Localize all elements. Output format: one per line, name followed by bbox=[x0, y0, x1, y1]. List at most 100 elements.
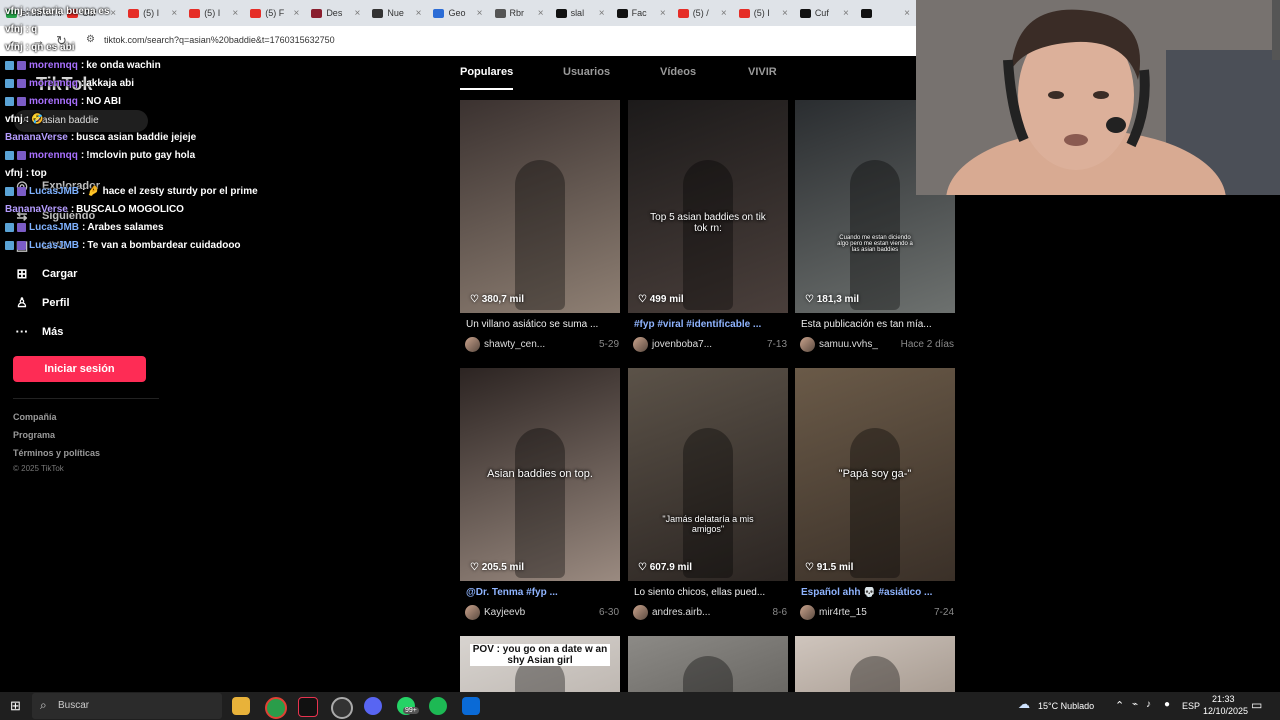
chat-username: BananaVerse bbox=[5, 203, 68, 215]
tiktok-icon[interactable] bbox=[298, 697, 318, 717]
video-author[interactable]: samuu.vvhs_ bbox=[819, 339, 878, 350]
avatar[interactable] bbox=[465, 336, 480, 352]
network-icon[interactable]: ⌁ bbox=[1132, 699, 1138, 710]
avatar[interactable] bbox=[633, 336, 648, 352]
file-explorer-icon[interactable] bbox=[232, 697, 250, 715]
browser-tab[interactable]: Cuf × bbox=[794, 0, 855, 26]
browser-tab[interactable]: (5) / × bbox=[672, 0, 733, 26]
app-icon[interactable] bbox=[462, 697, 480, 715]
chat-text: !mclovin puto gay hola bbox=[86, 149, 196, 161]
tiktok-icon bbox=[799, 8, 811, 18]
footer-link-terms[interactable]: Términos y políticas bbox=[13, 448, 100, 458]
chat-text: 🤣 bbox=[31, 113, 44, 125]
footer-link-company[interactable]: Compañía bbox=[13, 412, 57, 422]
tray-chevron-icon[interactable]: ⌃ bbox=[1115, 699, 1124, 712]
weather-text[interactable]: 15°C Nublado bbox=[1038, 701, 1094, 711]
scrollbar[interactable] bbox=[1272, 0, 1280, 60]
windows-start-icon[interactable]: ⊞ bbox=[10, 698, 21, 714]
avatar[interactable] bbox=[800, 336, 815, 352]
video-meta: jovenboba7... 7-13 bbox=[633, 336, 787, 352]
heart-icon: ♡ bbox=[805, 562, 817, 573]
close-tab-icon[interactable]: × bbox=[538, 8, 544, 19]
avatar[interactable] bbox=[633, 604, 648, 620]
upload-icon: ⊞ bbox=[16, 266, 28, 281]
close-tab-icon[interactable]: × bbox=[660, 8, 666, 19]
video-overlay-text: "Jamás delataría a mis amigos" bbox=[662, 514, 754, 534]
close-tab-icon[interactable]: × bbox=[843, 8, 849, 19]
video-caption[interactable]: Español ahh 💀 #asiático ... bbox=[801, 587, 957, 598]
chat-text: BUSCALO MOGOLICO bbox=[76, 203, 184, 215]
sidebar-item-4[interactable]: ♙ Perfil bbox=[14, 295, 69, 311]
tab-2[interactable]: Vídeos bbox=[660, 66, 696, 88]
sidebar-item-label: Cargar bbox=[42, 268, 78, 280]
video-caption[interactable]: Esta publicación es tan mía... bbox=[801, 319, 957, 330]
video-caption[interactable]: Lo siento chicos, ellas pued... bbox=[634, 587, 790, 598]
close-tab-icon[interactable]: × bbox=[599, 8, 605, 19]
video-caption[interactable]: #fyp #viral #identificable ... bbox=[634, 319, 790, 330]
browser-tab[interactable]: Rbr × bbox=[489, 0, 550, 26]
chat-message: LucasJMB : Te van a bombardear cuidadooo bbox=[5, 236, 365, 254]
clock-date[interactable]: 12/10/2025 bbox=[1203, 706, 1248, 716]
chat-message: vfnj : 🤣 bbox=[5, 110, 365, 128]
video-thumbnail[interactable]: "Papá soy ga-" bbox=[795, 368, 955, 581]
video-thumbnail[interactable]: Top 5 asian baddies on tik tok rn: bbox=[628, 100, 788, 313]
video-thumbnail[interactable]: POV : you go on a date w an shy Asian gi… bbox=[460, 636, 620, 692]
video-author[interactable]: andres.airb... bbox=[652, 607, 710, 618]
clock-time[interactable]: 21:33 bbox=[1212, 694, 1235, 704]
chrome-icon[interactable] bbox=[265, 697, 287, 719]
volume-icon[interactable]: ♪ bbox=[1146, 699, 1151, 710]
login-button[interactable]: Iniciar sesión bbox=[13, 356, 146, 382]
tab-1[interactable]: Usuarios bbox=[563, 66, 610, 88]
browser-tab-label: (5) / bbox=[692, 8, 709, 18]
chat-badge-icon bbox=[17, 78, 26, 88]
chat-separator: : bbox=[70, 203, 75, 215]
like-count: ♡ 205.5 mil bbox=[470, 562, 524, 573]
chat-badge-icon bbox=[5, 150, 14, 160]
avatar[interactable] bbox=[800, 604, 815, 620]
browser-tab[interactable]: Nue × bbox=[366, 0, 427, 26]
notifications-icon[interactable]: ▭ bbox=[1251, 698, 1262, 712]
obs-icon[interactable] bbox=[331, 697, 353, 719]
video-author[interactable]: mir4rte_15 bbox=[819, 607, 867, 618]
close-tab-icon[interactable]: × bbox=[782, 8, 788, 19]
browser-tab[interactable]: Fac × bbox=[611, 0, 672, 26]
video-thumbnail[interactable] bbox=[460, 100, 620, 313]
sidebar-divider bbox=[13, 398, 159, 399]
chat-username: LucasJMB bbox=[29, 239, 80, 251]
close-tab-icon[interactable]: × bbox=[721, 8, 727, 19]
video-thumbnail[interactable]: "Jamás delataría a mis amigos" bbox=[628, 368, 788, 581]
tab-0[interactable]: Populares bbox=[460, 66, 514, 90]
close-tab-icon[interactable]: × bbox=[416, 8, 422, 19]
spotify-icon[interactable] bbox=[429, 697, 447, 715]
taskbar-search[interactable]: ⌕ Buscar bbox=[32, 693, 222, 719]
sidebar-item-5[interactable]: ··· Más bbox=[14, 324, 64, 339]
heart-icon: ♡ bbox=[470, 562, 482, 573]
tab-3[interactable]: VIVIR bbox=[748, 66, 777, 88]
browser-tab[interactable]: × bbox=[855, 0, 916, 26]
sidebar-item-3[interactable]: ⊞ Cargar bbox=[14, 266, 78, 282]
video-author[interactable]: shawty_cen... bbox=[484, 339, 545, 350]
close-tab-icon[interactable]: × bbox=[904, 8, 910, 19]
close-tab-icon[interactable]: × bbox=[477, 8, 483, 19]
video-author[interactable]: Kayjeevb bbox=[484, 607, 525, 618]
video-thumbnail[interactable] bbox=[628, 636, 788, 692]
video-thumbnail[interactable] bbox=[795, 636, 955, 692]
footer-link-program[interactable]: Programa bbox=[13, 430, 55, 440]
avatar[interactable] bbox=[465, 604, 480, 620]
chat-message: morennqq : !mclovin puto gay hola bbox=[5, 146, 365, 164]
discord-icon[interactable] bbox=[364, 697, 382, 715]
video-overlay-text: Cuando me estan diciendo algo pero me es… bbox=[837, 235, 913, 253]
browser-tab[interactable]: (5) I × bbox=[733, 0, 794, 26]
video-caption[interactable]: Un villano asiático se suma ... bbox=[466, 319, 622, 330]
mic-icon[interactable]: ● bbox=[1164, 699, 1170, 710]
video-thumbnail[interactable]: Asian baddies on top. bbox=[460, 368, 620, 581]
browser-tab[interactable]: Geo × bbox=[427, 0, 488, 26]
browser-tab[interactable]: slal × bbox=[550, 0, 611, 26]
language-indicator[interactable]: ESP bbox=[1182, 701, 1200, 711]
chat-badge-icon bbox=[5, 78, 14, 88]
video-caption[interactable]: @Dr. Tenma #fyp ... bbox=[466, 587, 622, 598]
right-empty-area bbox=[956, 195, 1280, 692]
chat-separator: : bbox=[25, 167, 30, 179]
video-author[interactable]: jovenboba7... bbox=[652, 339, 712, 350]
chat-separator: : bbox=[82, 221, 86, 233]
